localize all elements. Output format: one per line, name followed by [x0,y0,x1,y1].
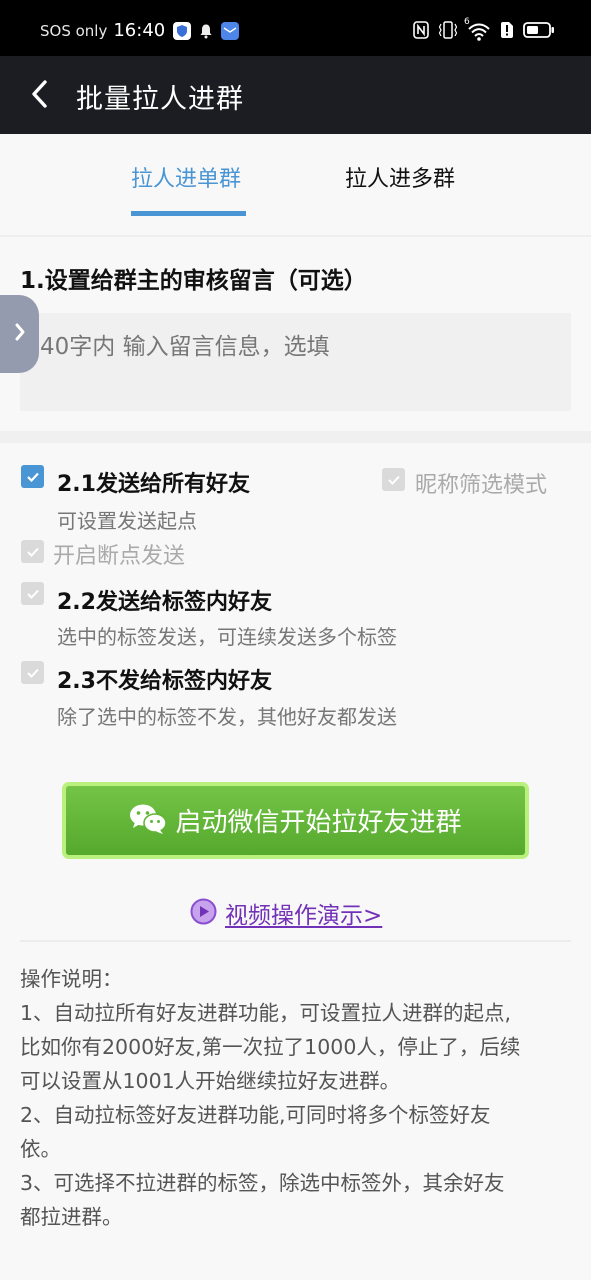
alert-sim-icon [500,21,514,43]
wechat-icon [129,803,168,839]
exclude-tags-desc: 除了选中的标签不发，其他好友都发送 [57,705,397,729]
status-left: SOS only 16:40 [40,20,240,41]
instruction-line: 可以设置从1001人开始继续拉好友进群。 [20,1069,401,1093]
review-message-section: 1.设置给群主的审核留言（可选） [0,239,591,431]
chevron-right-icon [13,322,27,346]
check-icon [26,668,39,678]
play-circle-icon [190,898,217,929]
clock: 16:40 [113,20,166,41]
carrier-label: SOS only [40,21,108,40]
wifi-icon: 6 [464,17,491,41]
start-button-label: 启动微信开始拉好友进群 [175,808,462,838]
instructions-panel: 操作说明： 1、自动拉所有好友进群功能，可设置拉人进群的起点, 比如你有2000… [20,962,580,1234]
section-divider [0,431,591,443]
nickname-filter-checkbox[interactable] [382,468,405,491]
check-icon [387,475,400,485]
option-exclude-tags[interactable]: 2.3不发给标签内好友 [21,661,272,695]
review-message-title: 1.设置给群主的审核留言（可选） [20,268,367,294]
send-tags-desc: 选中的标签发送，可连续发送多个标签 [57,625,397,649]
help-divider [20,940,571,942]
page-title: 批量拉人进群 [76,84,244,115]
check-icon [26,472,39,482]
chevron-left-icon [30,79,50,113]
tab-multi-group[interactable]: 拉人进多群 [345,161,455,193]
back-button[interactable] [20,76,60,116]
vibrate-icon [438,21,458,43]
instruction-line: 3、可选择不拉进群的标签，除选中标签外，其余好友 [20,1171,505,1195]
status-bar: SOS only 16:40 6 [0,0,591,56]
tab-bar: 拉人进单群 拉人进多群 [0,134,591,237]
exclude-tags-checkbox[interactable] [21,661,44,684]
active-tab-indicator [131,211,246,216]
mail-app-icon [221,21,240,40]
instruction-line: 2、自动拉标签好友进群功能,可同时将多个标签好友 [20,1103,491,1127]
check-icon [26,547,39,557]
resume-send-label: 开启断点发送 [53,544,186,569]
option-send-all[interactable]: 2.1发送给所有好友 [21,465,250,498]
send-all-title: 2.1发送给所有好友 [57,472,250,497]
video-demo-link[interactable]: 视频操作演示> [190,896,382,930]
wifi-label: 6 [464,17,470,27]
video-demo-label: 视频操作演示> [225,903,383,929]
option-nickname-filter[interactable]: 昵称筛选模式 [382,468,547,499]
nfc-icon [413,21,429,43]
exclude-tags-title: 2.3不发给标签内好友 [57,669,272,694]
option-resume-send[interactable]: 开启断点发送 [21,540,185,570]
send-all-desc: 可设置发送起点 [57,509,197,533]
battery-icon [523,21,555,43]
instruction-line: 都拉进群。 [20,1205,123,1229]
nickname-filter-label: 昵称筛选模式 [415,473,548,498]
send-tags-title: 2.2发送给标签内好友 [57,590,272,615]
resume-send-checkbox[interactable] [21,540,44,563]
instruction-line: 依。 [20,1137,61,1161]
side-drawer-handle[interactable] [0,295,39,373]
send-tags-checkbox[interactable] [21,582,44,605]
instructions-title: 操作说明： [20,967,123,991]
bell-icon [197,22,215,40]
instruction-line: 1、自动拉所有好友进群功能，可设置拉人进群的起点, [20,1001,512,1025]
option-send-tags[interactable]: 2.2发送给标签内好友 [21,582,272,616]
review-message-input[interactable] [20,313,571,411]
check-icon [26,589,39,599]
send-all-checkbox[interactable] [21,465,44,488]
start-wechat-button[interactable]: 启动微信开始拉好友进群 [62,782,529,859]
tab-single-group[interactable]: 拉人进单群 [131,161,241,193]
status-right: 6 [413,17,555,43]
instruction-line: 比如你有2000好友,第一次拉了1000人，停止了，后续 [20,1035,521,1059]
shield-icon [173,21,192,40]
app-bar: 批量拉人进群 [0,56,591,134]
